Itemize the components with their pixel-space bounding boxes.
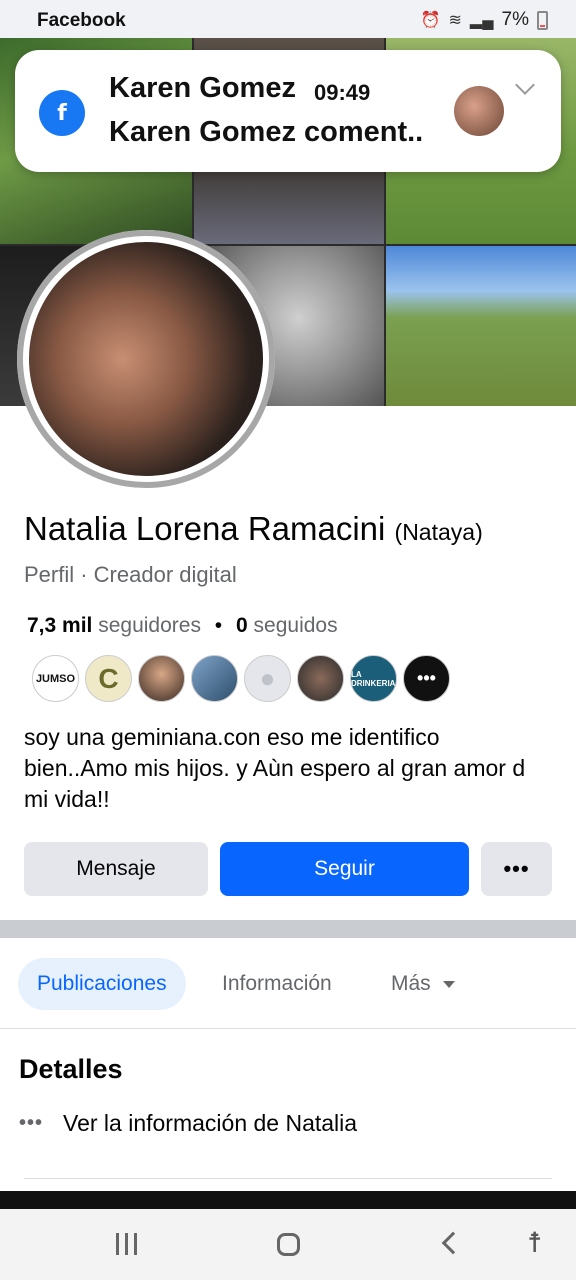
friend-avatar[interactable]: JUMSO [32,655,79,702]
message-button[interactable]: Mensaje [24,842,208,896]
content-edge [0,1191,576,1209]
alarm-icon: ⏰ [420,12,441,29]
battery-percent: 7% [501,9,529,30]
battery-icon [537,10,548,30]
mutual-avatars: JUMSO C ● LA DRINKERIA ••• [32,655,450,702]
profile-name: Natalia Lorena Ramacini (Nataya) [24,510,483,548]
home-icon[interactable] [277,1233,300,1256]
following-count[interactable]: 0 [236,614,248,637]
friend-avatar[interactable] [191,655,238,702]
friend-avatar[interactable] [138,655,185,702]
followers-count[interactable]: 7,3 mil [27,614,92,637]
notification-body: Karen Gomez coment.. [109,116,424,148]
chevron-down-icon[interactable] [515,75,535,95]
status-app-label: Facebook [37,10,126,31]
profile-photo [29,242,263,476]
more-options-button[interactable]: ••• [481,842,552,896]
back-icon[interactable] [441,1231,465,1255]
friend-avatar[interactable] [297,655,344,702]
follow-button[interactable]: Seguir [220,842,469,896]
profile-avatar[interactable] [17,230,275,488]
profile-bio: soy una geminiana.con eso me identifico … [24,724,526,812]
details-heading: Detalles [19,1054,123,1084]
tab-mas-label: Más [391,972,431,995]
tab-mas[interactable]: Más [391,958,455,1010]
status-bar: Facebook ⏰ ≋ ▂▄ 7% [0,0,576,38]
followers-label[interactable]: seguidores [98,614,201,637]
default-user-icon[interactable]: ● [244,655,291,702]
notification-time: 09:49 [314,80,371,105]
more-horizontal-icon: ••• [19,1112,44,1134]
follow-counts: 7,3 mil seguidores • 0 seguidos [27,614,338,638]
accessibility-icon[interactable]: ☨ [527,1229,542,1257]
cover-tile [386,246,576,406]
details-link-text: Ver la información de Natalia [63,1110,358,1136]
tabs-divider [0,1028,576,1029]
profile-subtitle: Perfil · Creador digital [24,562,237,587]
facebook-icon: f [39,90,85,136]
friend-avatar[interactable]: LA DRINKERIA [350,655,397,702]
details-divider [24,1178,552,1179]
profile-nickname: (Nataya) [394,519,483,545]
tab-publicaciones[interactable]: Publicaciones [18,958,186,1010]
tab-informacion[interactable]: Información [222,958,332,1010]
details-info-link[interactable]: ••• Ver la información de Natalia [19,1110,357,1137]
wifi-icon: ≋ [448,12,462,29]
recent-apps-icon[interactable] [116,1233,137,1255]
notification-avatar [454,86,504,136]
friend-avatar[interactable]: C [85,655,132,702]
notification-banner[interactable]: f Karen Gomez 09:49 Karen Gomez coment.. [15,50,561,172]
caret-down-icon [442,980,455,988]
system-nav-bar: ☨ [0,1209,576,1280]
status-icons: ⏰ ≋ ▂▄ 7% [421,9,548,31]
signal-icon: ▂▄ [469,12,494,29]
separator-dot: • [214,614,223,637]
notification-sender: Karen Gomez [109,72,296,104]
more-friends-icon[interactable]: ••• [403,655,450,702]
profile-full-name: Natalia Lorena Ramacini [24,510,386,547]
following-label[interactable]: seguidos [254,614,338,637]
section-divider [0,920,576,938]
